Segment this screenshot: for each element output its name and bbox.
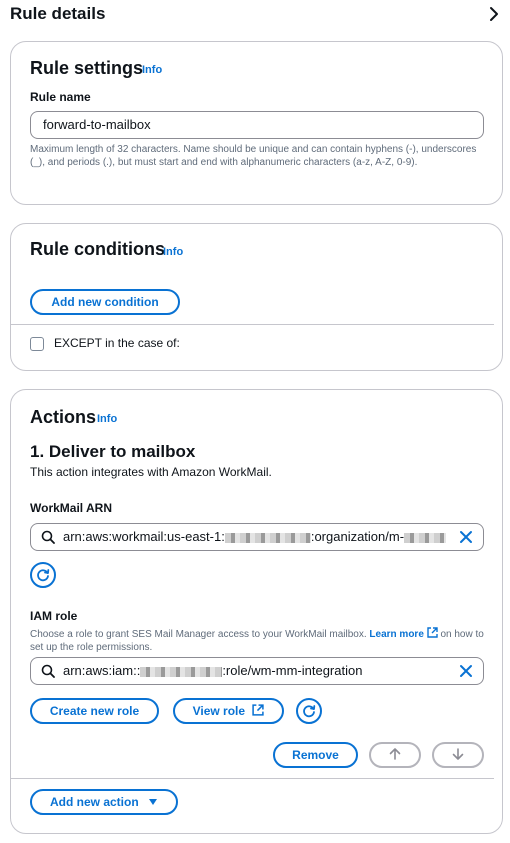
- actions-info-link[interactable]: Info: [97, 413, 117, 425]
- redacted-account-id: [140, 666, 223, 677]
- rule-settings-info-link[interactable]: Info: [142, 64, 162, 76]
- remove-action-button[interactable]: Remove: [273, 742, 358, 768]
- rule-conditions-card: Rule conditions Info Add new condition E…: [10, 223, 503, 371]
- arrow-up-icon: [389, 748, 401, 760]
- iam-role-hint-text: Choose a role to grant SES Mail Manager …: [30, 629, 367, 640]
- except-label: EXCEPT in the case of:: [54, 336, 180, 350]
- close-icon[interactable]: [459, 530, 473, 544]
- iam-role-label: IAM role: [30, 609, 78, 623]
- view-role-button[interactable]: View role: [173, 698, 284, 724]
- external-link-icon: [252, 704, 265, 716]
- search-icon: [41, 530, 55, 544]
- workmail-arn-middle: :organization/m-: [310, 529, 405, 544]
- close-icon[interactable]: [459, 664, 473, 678]
- actions-card: Actions Info 1. Deliver to mailbox This …: [10, 389, 503, 834]
- workmail-arn-input[interactable]: arn:aws:workmail:us-east-1: :organization…: [30, 523, 484, 551]
- rule-settings-card: Rule settings Info Rule name forward-to-…: [10, 41, 503, 205]
- iam-role-prefix: arn:aws:iam::: [63, 663, 141, 678]
- move-up-button[interactable]: [369, 742, 421, 768]
- workmail-arn-prefix: arn:aws:workmail:us-east-1:: [63, 529, 225, 544]
- panel-header: Rule details: [10, 4, 504, 26]
- actions-divider: [11, 778, 494, 779]
- action-title: 1. Deliver to mailbox: [30, 442, 196, 461]
- iam-role-input[interactable]: arn:aws:iam:::role/wm-mm-integration: [30, 657, 484, 685]
- arrow-down-icon: [452, 748, 464, 760]
- refresh-icon: [303, 705, 316, 718]
- learn-more-link[interactable]: Learn more: [369, 627, 438, 640]
- conditions-divider: [11, 324, 494, 325]
- view-role-label: View role: [192, 704, 246, 718]
- panel-title: Rule details: [10, 4, 106, 23]
- redacted-org-id: [404, 532, 447, 543]
- rule-name-hint: Maximum length of 32 characters. Name sh…: [30, 144, 477, 168]
- add-action-label: Add new action: [49, 795, 139, 809]
- rule-conditions-info-link[interactable]: Info: [163, 246, 183, 258]
- move-down-button[interactable]: [432, 742, 484, 768]
- caret-down-icon: [149, 799, 157, 805]
- iam-role-suffix: :role/wm-mm-integration: [222, 663, 363, 678]
- iam-role-hint: Choose a role to grant SES Mail Manager …: [30, 627, 490, 654]
- external-link-icon: [426, 627, 438, 638]
- except-checkbox[interactable]: [30, 337, 44, 351]
- workmail-arn-label: WorkMail ARN: [30, 501, 113, 515]
- create-role-button[interactable]: Create new role: [30, 698, 159, 724]
- add-condition-button[interactable]: Add new condition: [30, 289, 180, 315]
- add-action-button[interactable]: Add new action: [30, 789, 178, 815]
- rule-name-label: Rule name: [30, 90, 91, 104]
- rule-name-input[interactable]: forward-to-mailbox: [30, 111, 484, 139]
- chevron-right-icon[interactable]: [486, 6, 502, 22]
- redacted-account-id: [224, 532, 311, 543]
- refresh-workmail-button[interactable]: [30, 562, 56, 588]
- refresh-icon: [37, 569, 50, 582]
- search-icon: [41, 664, 55, 678]
- actions-title: Actions: [30, 407, 97, 427]
- refresh-role-button[interactable]: [296, 698, 322, 724]
- action-description: This action integrates with Amazon WorkM…: [30, 465, 272, 479]
- learn-more-label: Learn more: [369, 629, 424, 640]
- rule-settings-title: Rule settings: [30, 58, 144, 78]
- rule-conditions-title: Rule conditions: [30, 239, 165, 259]
